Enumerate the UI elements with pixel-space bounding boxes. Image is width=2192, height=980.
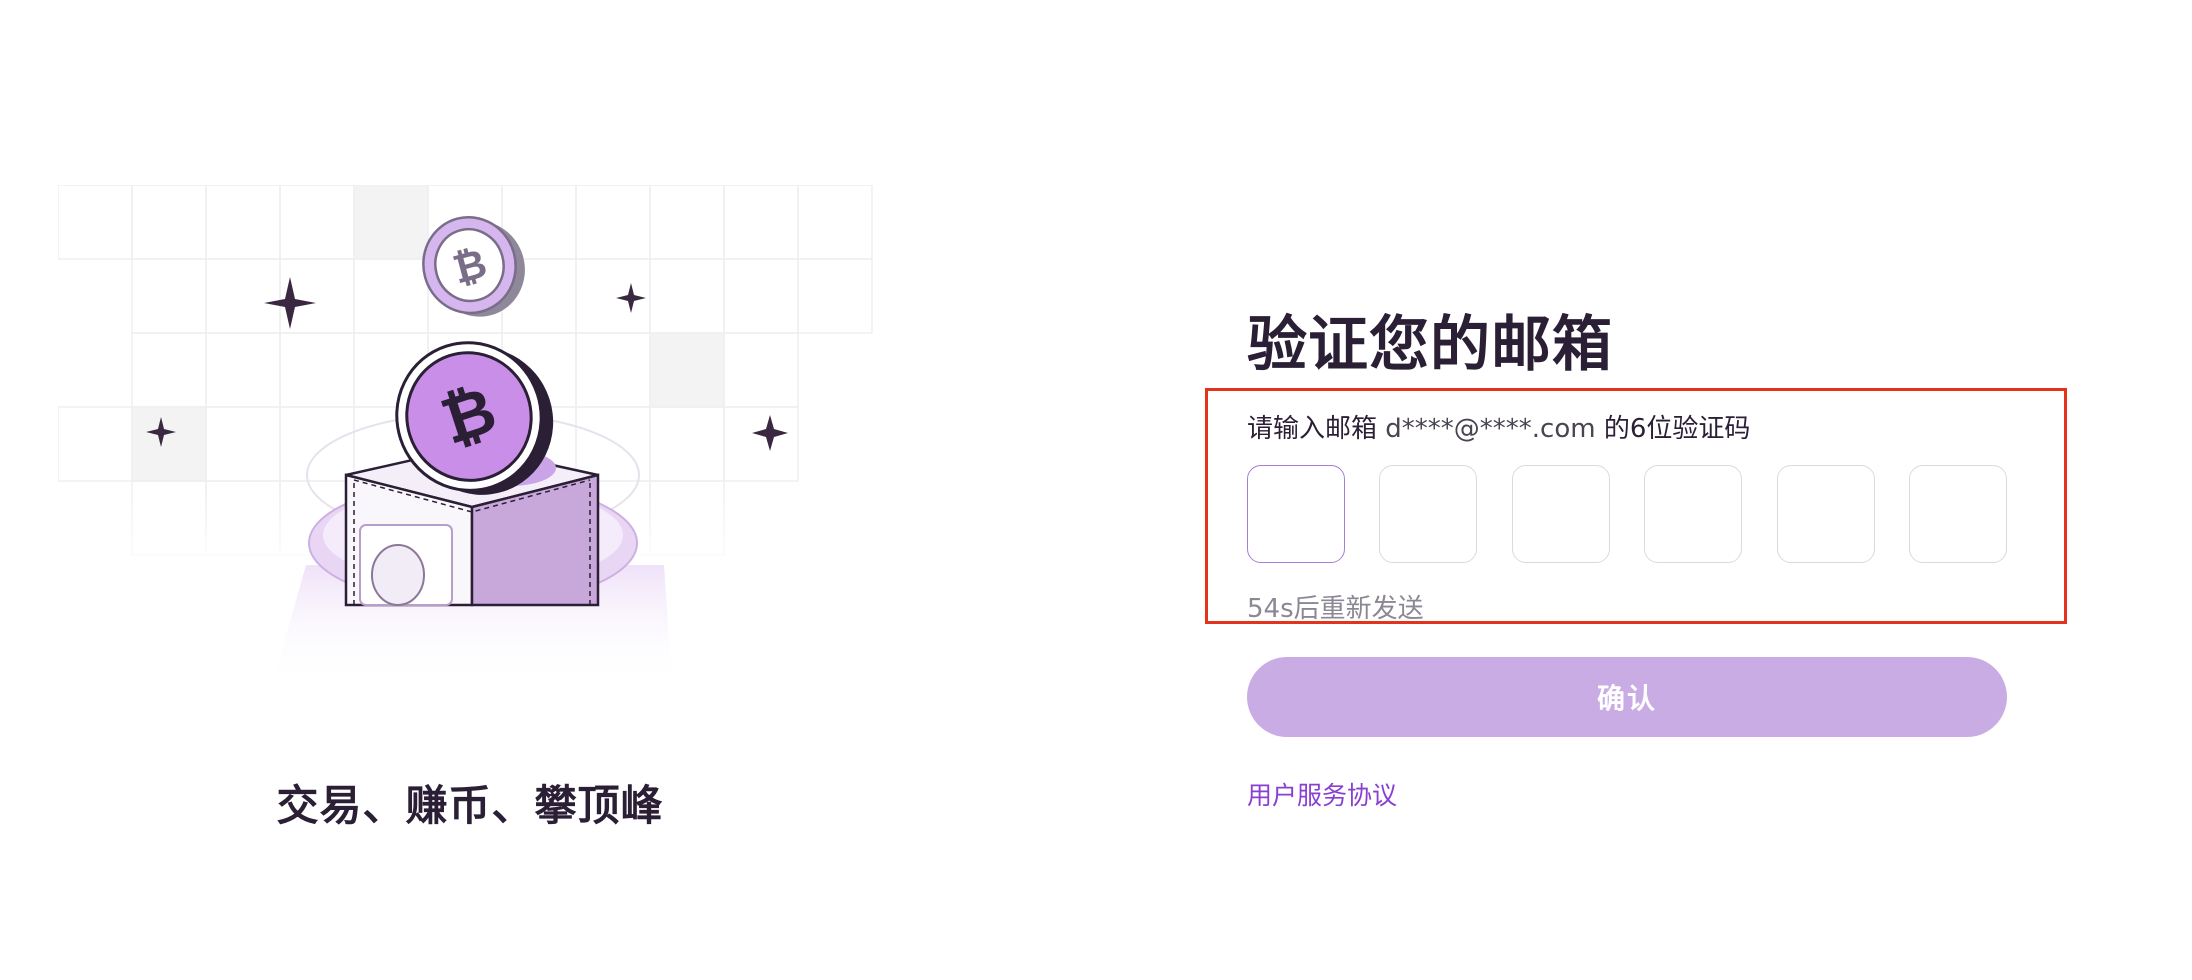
code-digit-4[interactable] [1644,465,1743,563]
confirm-button[interactable]: 确认 [1247,657,2007,737]
code-digit-2[interactable] [1379,465,1478,563]
hero-panel: ₿ ₿ 交易、赚币、攀顶峰 [0,0,960,980]
code-digit-3[interactable] [1511,465,1610,563]
terms-of-service-link[interactable]: 用户服务协议 [1247,776,1397,812]
code-digit-1[interactable] [1247,465,1345,563]
verify-email-page: ₿ ₿ 交易、赚币、攀顶峰 验证您的邮箱 请输入邮箱 d****@****.co… [0,0,2192,980]
hero-tagline: 交易、赚币、攀顶峰 [276,781,664,830]
sparkle-icon [616,283,646,313]
code-hint-prefix: 请输入邮箱 [1247,414,1386,444]
code-hint: 请输入邮箱 d****@****.com 的6位验证码 [1247,408,1750,445]
resend-countdown: 54s后重新发送 [1247,594,1424,624]
code-digit-6[interactable] [1908,465,2007,563]
page-title: 验证您的邮箱 [1247,310,1613,380]
verification-code-inputs [1247,465,2007,563]
code-hint-suffix: 的6位验证码 [1595,414,1751,444]
bitcoin-coin-small-icon: ₿ [422,215,525,317]
code-digit-5[interactable] [1776,465,1875,563]
masked-email: d****@****.com [1385,414,1596,444]
sparkle-icon [752,415,788,451]
hero-illustration: ₿ ₿ [58,185,892,685]
sparkle-icon [264,277,316,329]
